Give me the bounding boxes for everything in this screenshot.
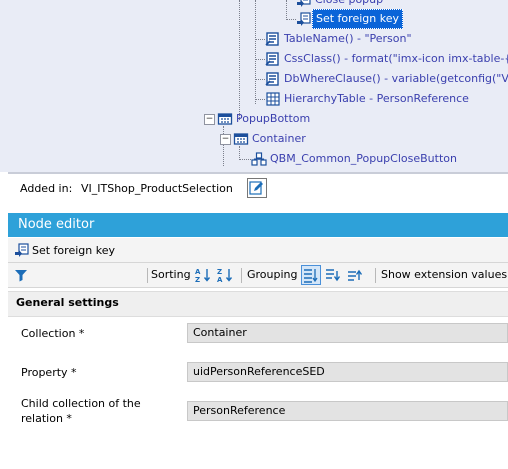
tree-connector <box>223 126 224 166</box>
added-in-value: VI_ITShop_ProductSelection <box>81 182 233 195</box>
child-collection-field[interactable]: PersonReference <box>187 401 508 421</box>
tree-node-close-popup[interactable]: Close popup <box>296 0 386 9</box>
svg-text:Z: Z <box>217 268 222 276</box>
child-collection-label-line2: relation * <box>21 412 72 425</box>
sort-az-icon: A Z <box>195 268 211 283</box>
table-icon <box>265 91 281 107</box>
collection-label: Collection * <box>21 327 85 340</box>
grouping-label: Grouping <box>247 268 298 281</box>
group-list-button[interactable] <box>301 265 321 285</box>
tree-connector <box>239 0 240 120</box>
group-up-button[interactable] <box>347 263 363 287</box>
show-extension-values-button[interactable]: Show extension values <box>381 263 507 287</box>
edit-button[interactable] <box>247 178 267 198</box>
tree-connector <box>255 99 265 100</box>
component-icon <box>251 151 267 167</box>
edit-pencil-icon <box>249 181 263 195</box>
filter-button[interactable] <box>14 263 28 287</box>
container-icon <box>233 131 249 147</box>
group-down-button[interactable] <box>325 263 341 287</box>
navigation-tree: Close popup Set foreign key TableName() … <box>0 0 508 173</box>
tree-node-label: QBM_Common_PopupCloseButton <box>270 152 457 165</box>
sort-za-icon: Z A <box>217 268 233 283</box>
tree-node-label: HierarchyTable - PersonReference <box>284 92 469 105</box>
tree-node-label: PopupBottom <box>236 112 311 125</box>
collapse-toggle[interactable]: − <box>204 114 215 125</box>
collapse-toggle[interactable]: − <box>220 134 231 145</box>
property-field[interactable]: uidPersonReferenceSED <box>187 362 508 382</box>
group-down-icon <box>326 269 341 282</box>
tree-node-set-foreign-key[interactable]: Set foreign key <box>296 9 403 29</box>
tree-node-label: DbWhereClause() - variable(getconfig("VI… <box>284 72 508 85</box>
tree-node-label: Container <box>252 132 306 145</box>
set-foreign-key-label: Set foreign key <box>32 243 115 257</box>
sorting-label: Sorting <box>151 268 191 281</box>
tree-node-label: TableName() - "Person" <box>284 32 412 45</box>
tree-connector <box>239 159 251 160</box>
sort-descending-button[interactable]: Z A <box>217 263 233 287</box>
tree-node-qbm-close-button[interactable]: QBM_Common_PopupCloseButton <box>251 150 460 168</box>
tree-node-label: Close popup <box>312 0 386 9</box>
svg-text:A: A <box>195 268 201 276</box>
script-blue-icon <box>296 0 312 8</box>
tree-connector <box>286 19 296 20</box>
tree-connector <box>255 59 265 60</box>
added-in-bar: Added in: VI_ITShop_ProductSelection <box>8 173 508 202</box>
tree-node-label: Set foreign key <box>312 9 403 29</box>
node-editor-toolbar: Set foreign key <box>8 238 508 263</box>
tree-connector <box>255 39 265 40</box>
toolbar-separator <box>147 268 148 283</box>
tree-node-tablename[interactable]: TableName() - "Person" <box>265 30 415 48</box>
tree-connector <box>255 0 256 104</box>
section-title: General settings <box>16 296 119 309</box>
node-editor-title: Node editor <box>18 217 95 232</box>
tree-node-popupbottom[interactable]: PopupBottom <box>217 110 313 128</box>
node-editor-header: Node editor <box>8 213 508 237</box>
svg-text:A: A <box>217 276 223 283</box>
left-margin <box>0 172 8 469</box>
tree-connector <box>286 0 287 20</box>
property-icon <box>265 71 281 87</box>
tree-node-label: CssClass() - format("imx-icon imx-table-… <box>284 52 508 65</box>
property-icon <box>265 31 281 47</box>
general-settings-header: General settings <box>8 291 508 317</box>
container-icon <box>217 111 233 127</box>
tree-node-cssclass[interactable]: CssClass() - format("imx-icon imx-table-… <box>265 50 508 68</box>
toolbar-separator <box>375 268 376 283</box>
set-foreign-key-button[interactable]: Set foreign key <box>14 242 115 258</box>
tree-connector <box>255 79 265 80</box>
added-in-label: Added in: <box>20 182 73 195</box>
sort-ascending-button[interactable]: A Z <box>195 263 211 287</box>
script-action-icon <box>296 11 312 27</box>
child-collection-label-line1: Child collection of the <box>21 397 141 410</box>
property-label: Property * <box>21 366 77 379</box>
group-up-icon <box>348 269 363 281</box>
collection-field[interactable]: Container <box>187 323 508 343</box>
script-action-icon <box>14 242 30 258</box>
property-icon <box>265 51 281 67</box>
tree-node-container[interactable]: Container <box>233 130 309 148</box>
filter-icon <box>15 270 27 282</box>
property-grid-toolbar: Sorting A Z Z A Grouping Show extension … <box>8 263 508 288</box>
tree-node-dbwhereclause[interactable]: DbWhereClause() - variable(getconfig("VI… <box>265 70 508 88</box>
tree-connector <box>239 146 240 160</box>
tree-node-hierarchytable[interactable]: HierarchyTable - PersonReference <box>265 90 472 108</box>
group-list-icon <box>304 269 318 283</box>
toolbar-separator <box>241 268 242 283</box>
svg-text:Z: Z <box>195 276 200 283</box>
